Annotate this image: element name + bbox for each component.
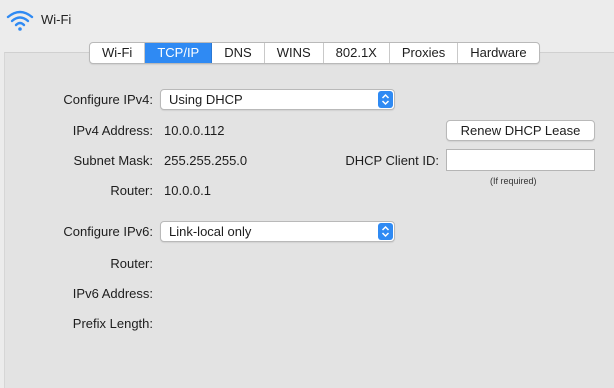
renew-dhcp-lease-button[interactable]: Renew DHCP Lease	[446, 120, 595, 141]
prefix-length-label: Prefix Length:	[72, 316, 153, 331]
ipv4-router-label: Router:	[110, 183, 153, 198]
window-title: Wi-Fi	[41, 12, 72, 27]
dhcp-client-id-field[interactable]	[446, 149, 595, 171]
tab-proxies[interactable]: Proxies	[390, 43, 459, 63]
configure-ipv6-select[interactable]: Link-local only	[160, 221, 395, 242]
tab-8021x[interactable]: 802.1X	[324, 43, 390, 63]
subnet-mask-value: 255.255.255.0	[164, 153, 248, 168]
title-bar: Wi-Fi	[0, 0, 614, 44]
tab-tcpip[interactable]: TCP/IP	[145, 43, 213, 63]
wifi-icon	[6, 10, 34, 31]
ipv6-address-label: IPv6 Address:	[72, 286, 153, 301]
tab-wins[interactable]: WINS	[265, 43, 324, 63]
configure-ipv6-label: Configure IPv6:	[63, 224, 153, 239]
dhcp-client-id-hint: (If required)	[490, 176, 537, 186]
tab-hardware[interactable]: Hardware	[458, 43, 538, 63]
chevron-updown-icon	[378, 91, 393, 108]
chevron-updown-icon	[378, 223, 393, 240]
configure-ipv4-value: Using DHCP	[169, 92, 243, 107]
dhcp-client-id-label: DHCP Client ID:	[345, 153, 439, 168]
configure-ipv4-select[interactable]: Using DHCP	[160, 89, 395, 110]
ipv4-router-value: 10.0.0.1	[164, 183, 211, 198]
configure-ipv4-label: Configure IPv4:	[63, 92, 153, 107]
tab-wifi[interactable]: Wi-Fi	[90, 43, 146, 63]
tab-bar: Wi-Fi TCP/IP DNS WINS 802.1X Proxies Har…	[89, 42, 540, 64]
tab-dns[interactable]: DNS	[212, 43, 265, 63]
configure-ipv6-value: Link-local only	[169, 224, 252, 239]
ipv4-address-label: IPv4 Address:	[72, 123, 153, 138]
ipv4-address-value: 10.0.0.112	[164, 123, 225, 138]
ipv6-router-label: Router:	[110, 256, 153, 271]
subnet-mask-label: Subnet Mask:	[73, 153, 154, 168]
